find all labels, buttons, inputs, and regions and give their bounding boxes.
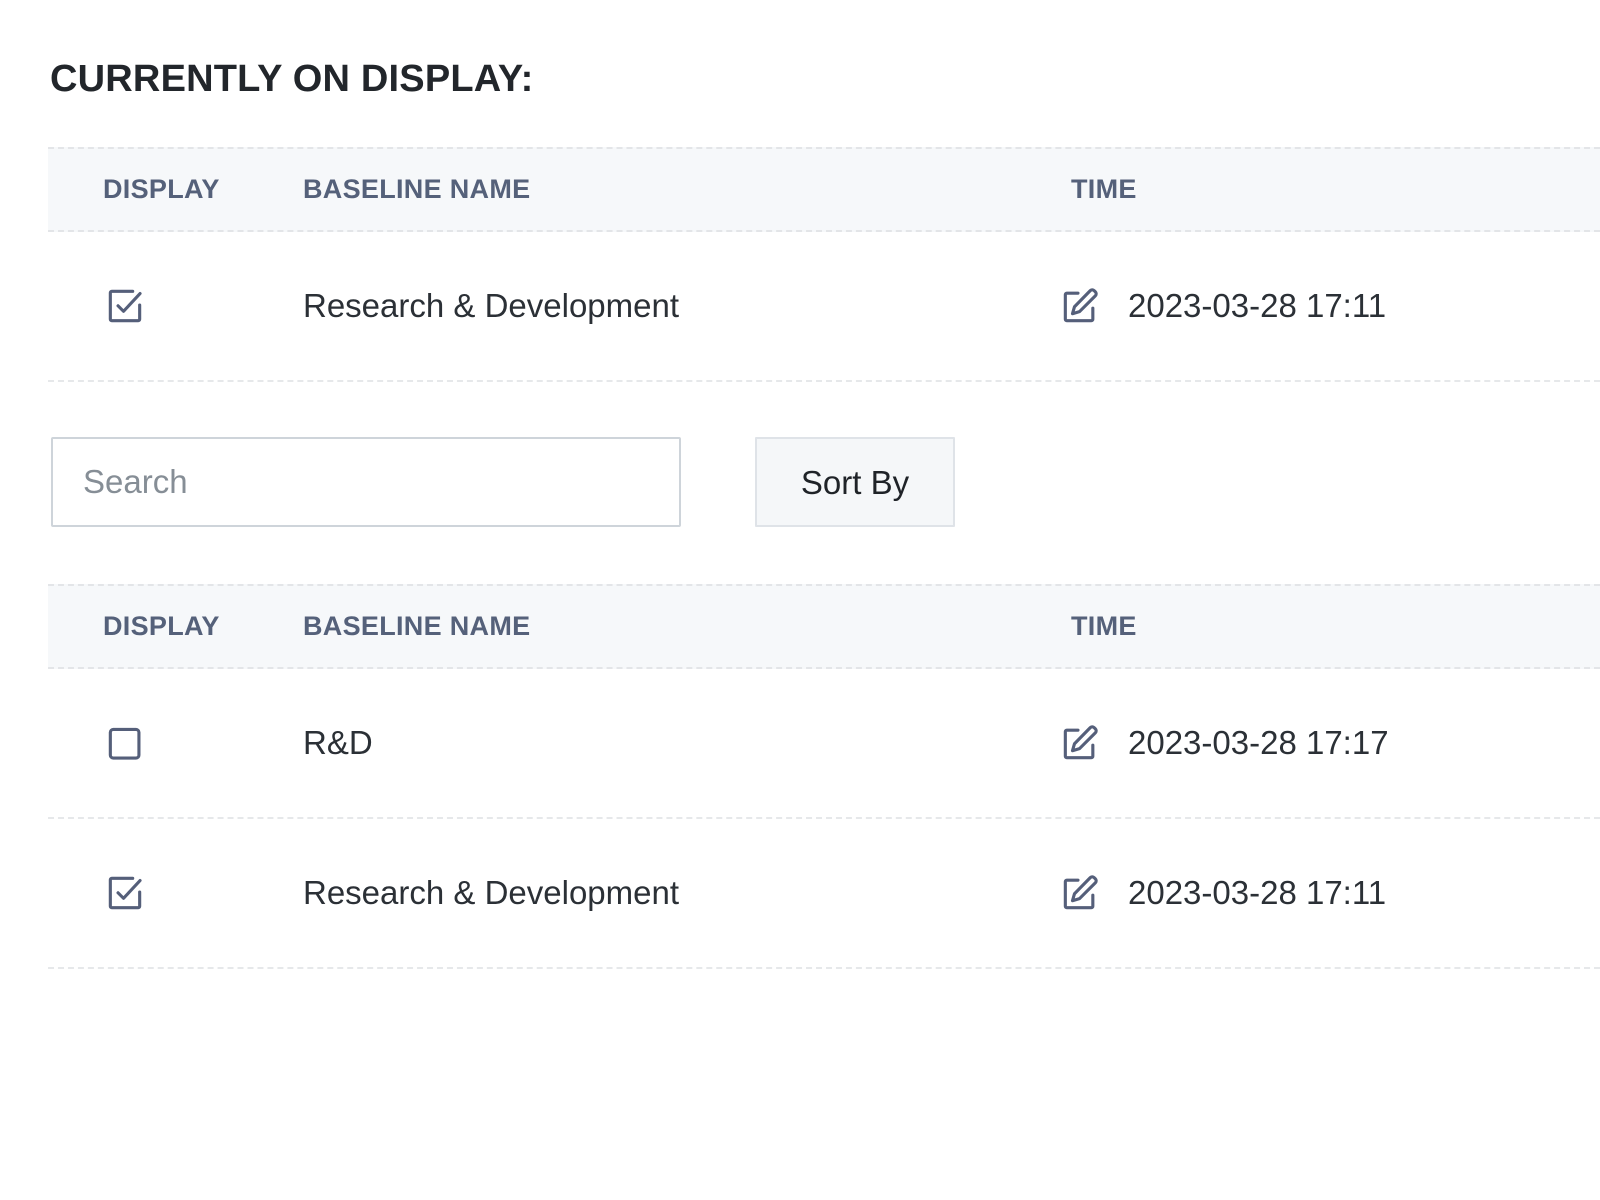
column-header-baseline-name: BASELINE NAME: [303, 611, 1058, 642]
currently-on-display-table: DISPLAY BASELINE NAME TIME Research & De…: [48, 147, 1600, 382]
check-square-icon[interactable]: [103, 284, 147, 328]
table-header-row: DISPLAY BASELINE NAME TIME: [48, 584, 1600, 669]
sort-by-button[interactable]: Sort By: [755, 437, 955, 527]
time-value: 2023-03-28 17:11: [1128, 874, 1386, 912]
pen-to-square-icon[interactable]: [1058, 871, 1102, 915]
pen-to-square-icon[interactable]: [1058, 721, 1102, 765]
time-value: 2023-03-28 17:17: [1128, 724, 1389, 762]
display-checkbox-cell: [48, 871, 303, 915]
baseline-name-cell: R&D: [303, 724, 1058, 762]
table-controls: Sort By: [51, 437, 955, 527]
time-cell: 2023-03-28 17:17: [1058, 721, 1600, 765]
time-cell: 2023-03-28 17:11: [1058, 284, 1600, 328]
display-checkbox-cell: [48, 721, 303, 765]
table-row[interactable]: Research & Development 2023-03-28 17:11: [48, 819, 1600, 969]
check-square-icon[interactable]: [103, 871, 147, 915]
time-cell: 2023-03-28 17:11: [1058, 871, 1600, 915]
column-header-baseline-name: BASELINE NAME: [303, 174, 1058, 205]
baseline-display-page: CURRENTLY ON DISPLAY: DISPLAY BASELINE N…: [0, 0, 1600, 1200]
all-baselines-table: DISPLAY BASELINE NAME TIME R&D 2023-03-2…: [48, 584, 1600, 969]
page-title: CURRENTLY ON DISPLAY:: [50, 58, 534, 101]
display-checkbox-cell: [48, 284, 303, 328]
baseline-name-cell: Research & Development: [303, 287, 1058, 325]
column-header-display: DISPLAY: [48, 174, 303, 205]
square-icon[interactable]: [103, 721, 147, 765]
table-row[interactable]: R&D 2023-03-28 17:17: [48, 669, 1600, 819]
column-header-time: TIME: [1058, 174, 1600, 205]
column-header-display: DISPLAY: [48, 611, 303, 642]
time-value: 2023-03-28 17:11: [1128, 287, 1386, 325]
pen-to-square-icon[interactable]: [1058, 284, 1102, 328]
table-header-row: DISPLAY BASELINE NAME TIME: [48, 147, 1600, 232]
column-header-time: TIME: [1058, 611, 1600, 642]
baseline-name-cell: Research & Development: [303, 874, 1058, 912]
search-input[interactable]: [51, 437, 681, 527]
table-row[interactable]: Research & Development 2023-03-28 17:11: [48, 232, 1600, 382]
